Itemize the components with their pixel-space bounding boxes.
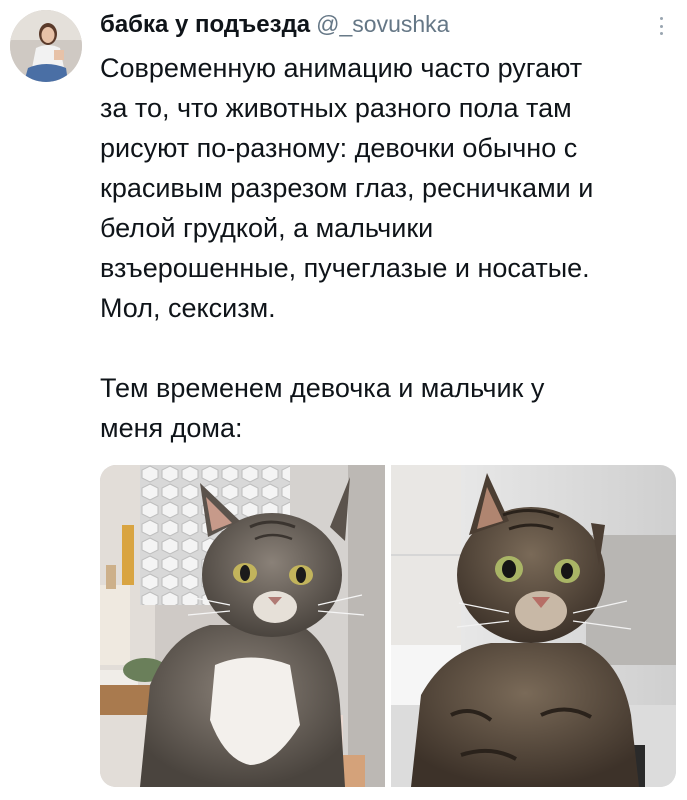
author-handle[interactable]: @_sovushka [316,11,449,38]
photo-cat-boy[interactable] [391,465,676,787]
text-line: меня дома: [100,413,243,443]
tweet: бабка у подъезда @_sovushka Современную … [0,0,687,800]
text-line: Тем временем девочка и мальчик у [100,373,545,403]
text-line: Мол, сексизм. [100,293,276,323]
text-line: взъерошенные, пучеглазые и носатые. [100,253,590,283]
avatar[interactable] [10,10,82,82]
text-line: белой грудкой, а мальчики [100,213,434,243]
author-name[interactable]: бабка у подъезда [100,11,310,39]
avatar-image [10,10,82,82]
photo-cat-girl[interactable] [100,465,385,787]
tweet-header: бабка у подъезда @_sovushka [100,11,449,41]
text-line: Современную анимацию часто ругают [100,53,583,83]
more-vertical-icon[interactable] [651,14,671,38]
tweet-text: Современную анимацию часто ругают за то,… [100,48,675,448]
text-line: рисуют по-разному: девочки обычно с [100,133,578,163]
text-line: за то, что животных разного пола там [100,93,572,123]
media-grid [100,465,676,787]
text-line: красивым разрезом глаз, ресничками и [100,173,594,203]
